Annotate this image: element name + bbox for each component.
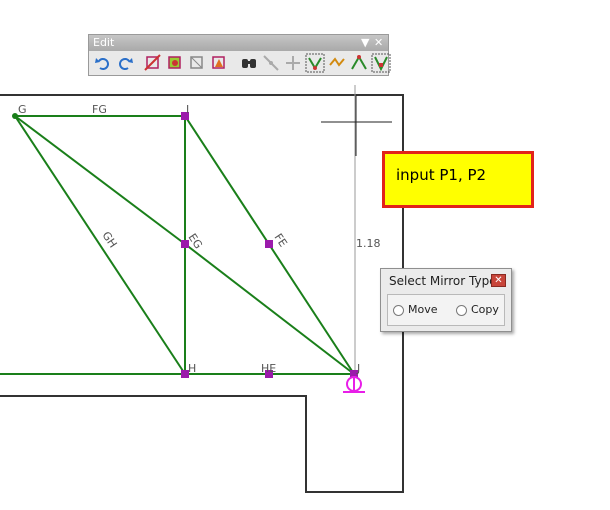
member-eg (184, 243, 355, 375)
offset-icon[interactable] (327, 53, 347, 73)
extend-icon[interactable] (165, 53, 185, 73)
mirror-options-group: Move Copy (387, 294, 505, 326)
node-label-h: H (188, 362, 196, 375)
split-icon[interactable] (261, 53, 281, 73)
merge-icon[interactable] (283, 53, 303, 73)
command-prompt-box: input P1, P2 (382, 151, 534, 208)
trim-icon[interactable] (143, 53, 163, 73)
node-label-g: G (18, 103, 27, 116)
prompt-text: input P1, P2 (396, 166, 487, 184)
undo-icon[interactable] (93, 53, 113, 73)
member-label-eg: EG (185, 231, 204, 251)
support-icon (343, 376, 365, 393)
boundary-outline (0, 94, 404, 493)
divide-icon[interactable] (349, 53, 369, 73)
radio-copy-label[interactable]: Copy (471, 303, 499, 316)
toolbar-titlebar[interactable]: Edit ▼ ✕ (89, 35, 388, 51)
close-icon[interactable]: ✕ (491, 274, 506, 287)
dialog-title: Select Mirror Type (389, 274, 497, 288)
member-gh (14, 115, 186, 375)
move-node-icon[interactable] (209, 53, 229, 73)
member-label-fg: FG (92, 103, 107, 116)
search-icon[interactable] (239, 53, 259, 73)
drawing-canvas[interactable]: 1.18 G I H J FG GH EG FE HE (0, 0, 610, 510)
redo-icon[interactable] (115, 53, 135, 73)
member-label-fe: FE (271, 231, 289, 249)
mirror-icon[interactable] (305, 53, 325, 73)
node-fe (265, 240, 273, 248)
rotate-icon[interactable] (371, 53, 391, 73)
stretch-icon[interactable] (187, 53, 207, 73)
radio-move[interactable] (393, 305, 404, 316)
chevron-down-icon[interactable]: ▼ (361, 35, 369, 51)
edit-toolbar[interactable]: Edit ▼ ✕ (88, 34, 391, 76)
radio-move-label[interactable]: Move (408, 303, 438, 316)
member-label-he: HE (261, 362, 276, 375)
node-label-i: I (186, 103, 189, 116)
crosshair-cursor (321, 95, 392, 156)
mirror-type-dialog[interactable]: Select Mirror Type ✕ Move Copy (380, 268, 512, 332)
toolbar-title: Edit (93, 36, 115, 49)
dimension-label: 1.18 (356, 237, 381, 250)
member-g-eg (14, 115, 186, 245)
node-label-j: J (356, 362, 360, 375)
radio-copy[interactable] (456, 305, 467, 316)
close-icon[interactable]: ✕ (374, 35, 383, 51)
truss-members[interactable] (0, 115, 355, 375)
